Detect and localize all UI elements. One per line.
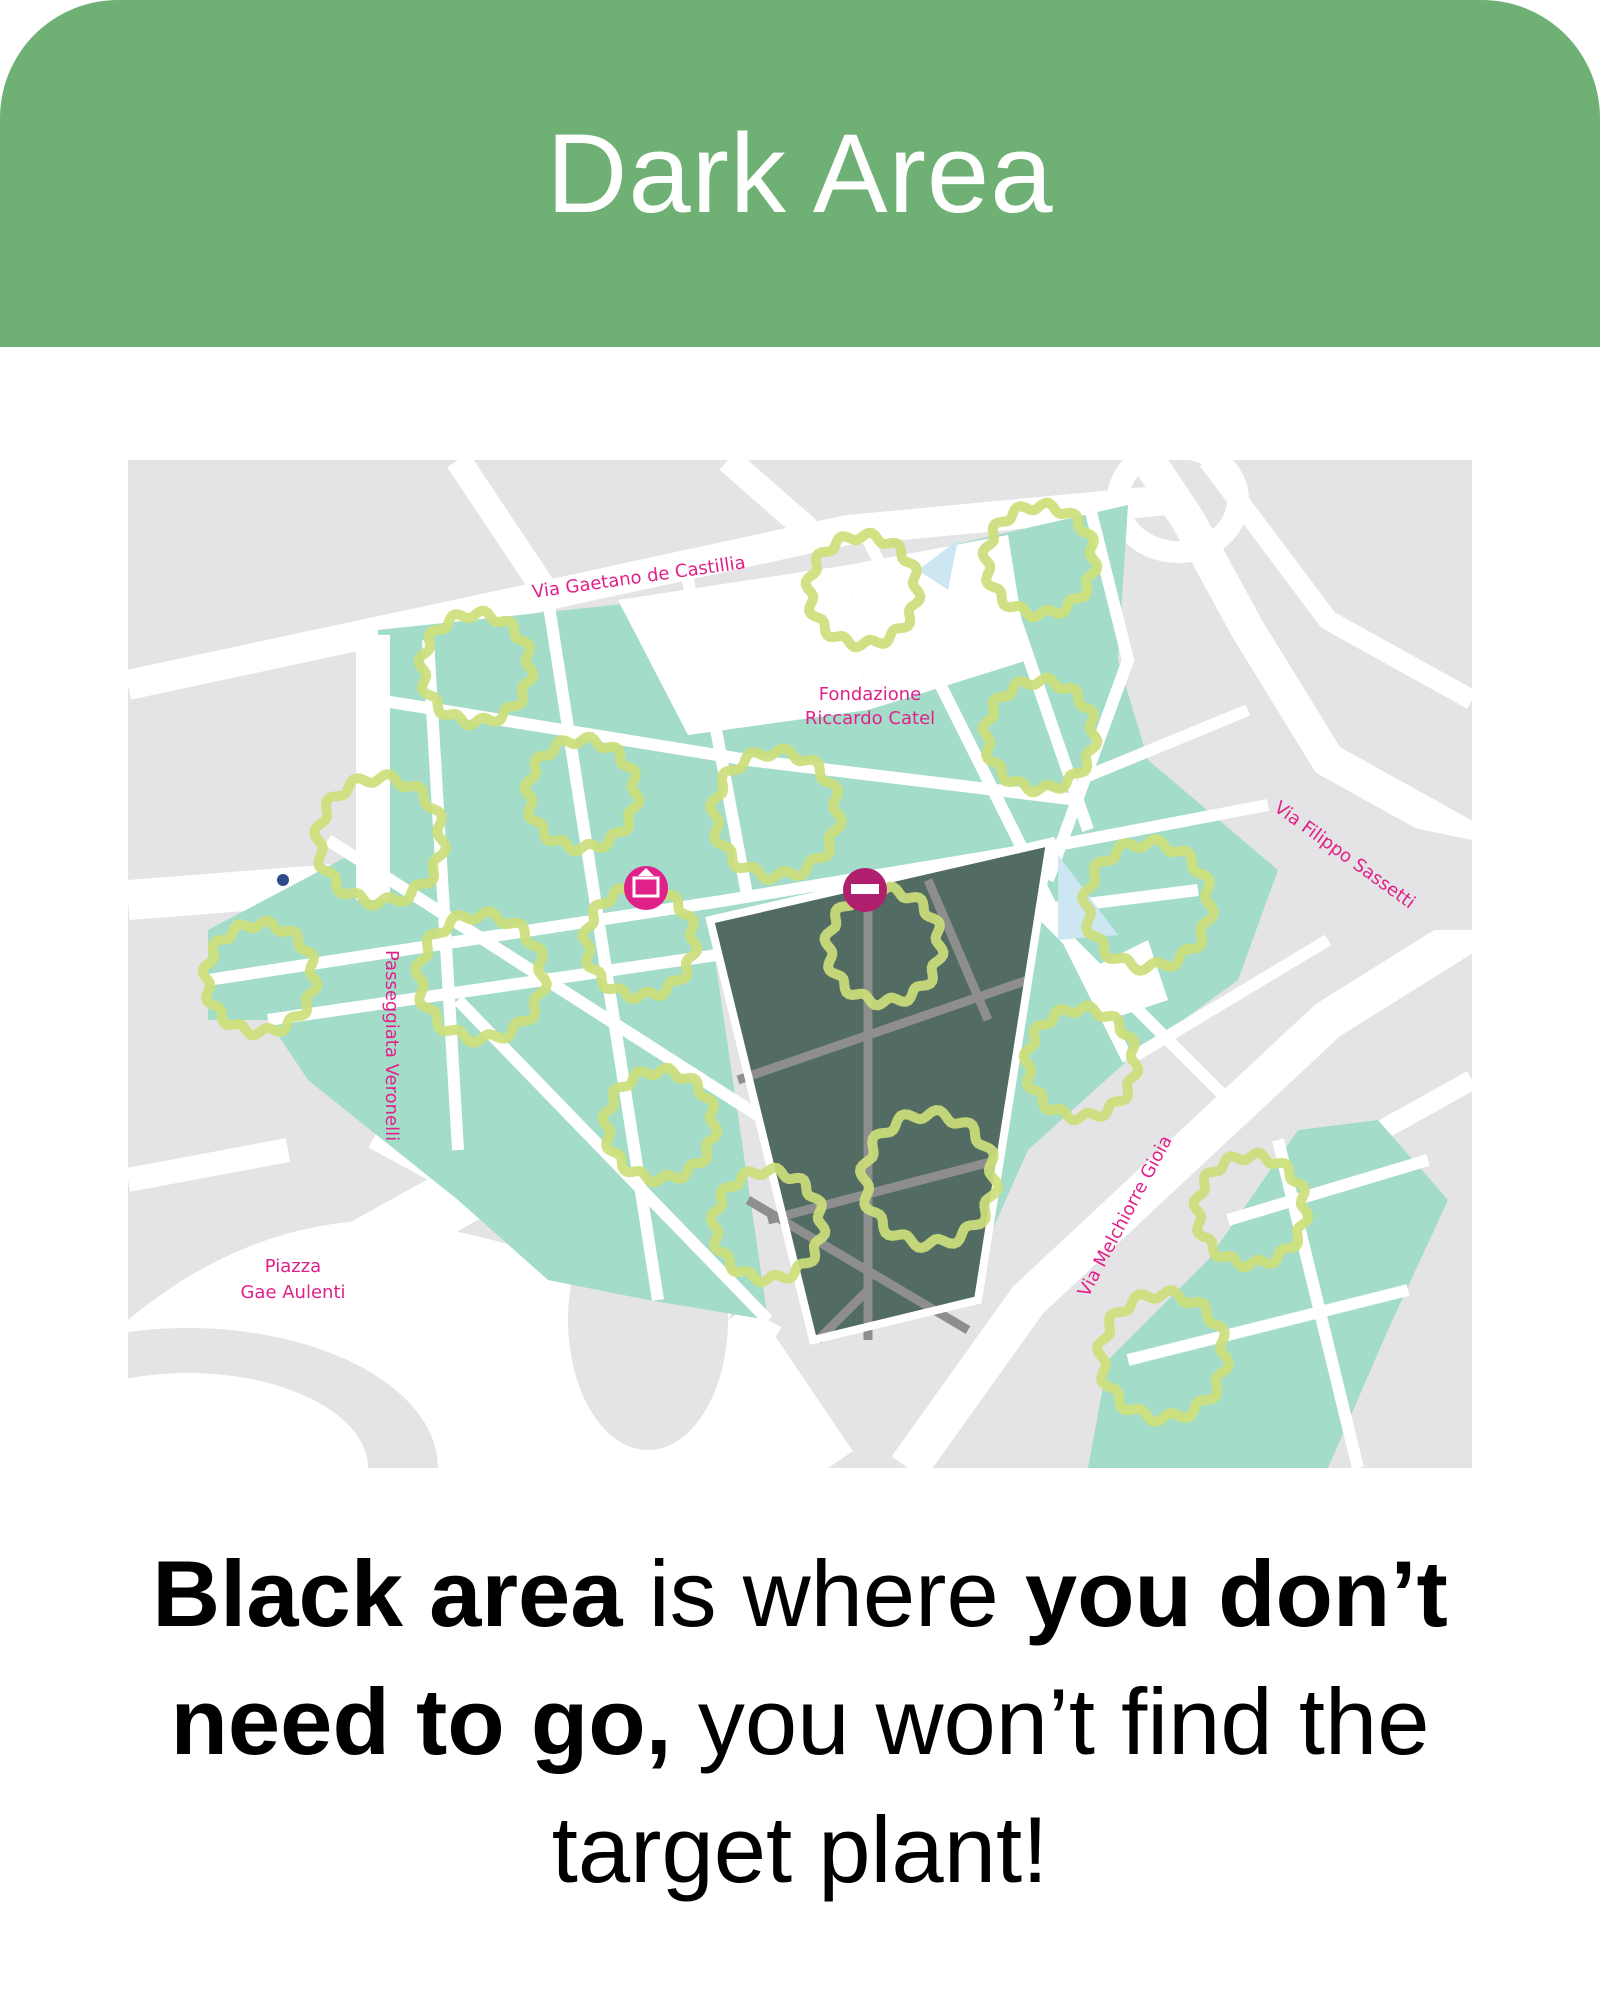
place-label-piazza-2: Gae Aulenti: [240, 1282, 345, 1303]
location-dot: [277, 874, 289, 886]
place-label-fondazione-2: Riccardo Catel: [805, 708, 935, 729]
caption-bold-1: Black area: [152, 1541, 623, 1646]
place-label-piazza: Piazza: [265, 1256, 321, 1277]
caption-text-1: is where: [622, 1541, 1025, 1646]
park-map: Via Gaetano de Castillia Via Filippo Sas…: [128, 460, 1472, 1468]
info-card: Dark Area Via Gaetano de Castillia Via F…: [0, 0, 1600, 2000]
header-bar: Dark Area: [0, 0, 1600, 347]
instruction-caption: Black area is where you don’t need to go…: [80, 1530, 1520, 1914]
place-label-fondazione: Fondazione: [819, 684, 922, 705]
street-label-veronelli: Passeggiata Veronelli: [381, 950, 402, 1141]
page-title: Dark Area: [546, 111, 1054, 236]
museum-icon[interactable]: [624, 866, 668, 910]
caption-text-2: you won’t find the target plant!: [551, 1669, 1430, 1902]
restroom-icon[interactable]: [843, 868, 887, 912]
